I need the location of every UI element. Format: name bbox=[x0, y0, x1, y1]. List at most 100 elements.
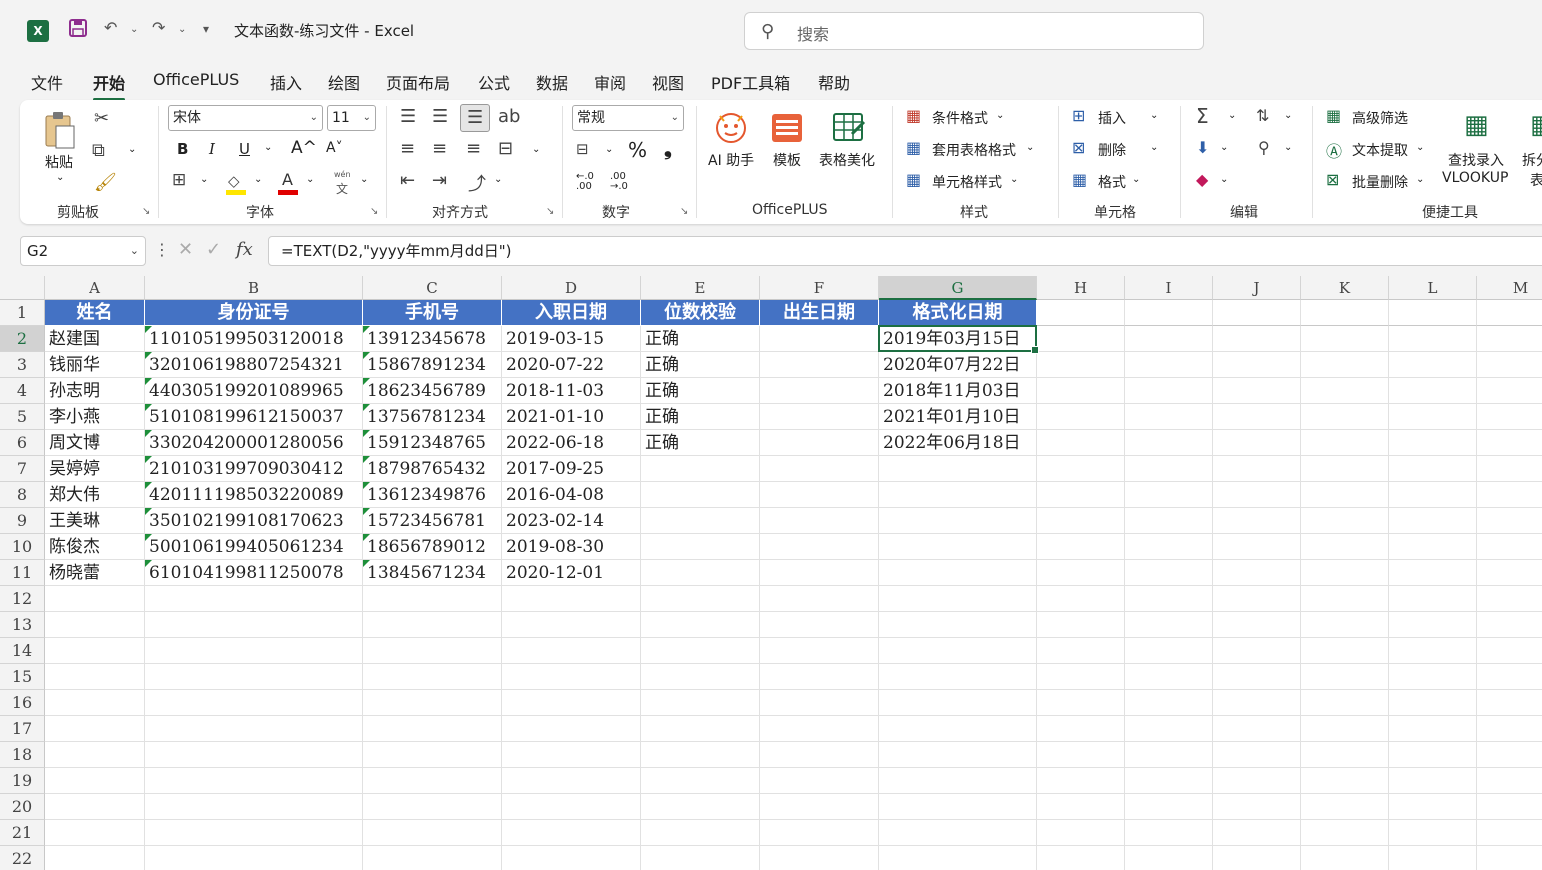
cell[interactable]: 510108199612150037 bbox=[145, 404, 363, 430]
cell[interactable] bbox=[760, 820, 879, 846]
row-header-20[interactable]: 20 bbox=[0, 794, 45, 820]
cell[interactable] bbox=[879, 664, 1037, 690]
cell[interactable]: 2019-03-15 bbox=[502, 326, 641, 352]
cell[interactable] bbox=[1213, 378, 1301, 404]
cell[interactable] bbox=[145, 846, 363, 870]
cell[interactable] bbox=[1301, 352, 1389, 378]
cell[interactable] bbox=[879, 638, 1037, 664]
cell[interactable] bbox=[879, 742, 1037, 768]
cell[interactable]: 15912348765 bbox=[363, 430, 502, 456]
ai-assistant-label[interactable]: AI 助手 bbox=[708, 150, 754, 170]
conditional-format-button[interactable]: 条件格式 bbox=[932, 108, 988, 128]
percent-button[interactable]: % bbox=[628, 138, 647, 162]
row-header-3[interactable]: 3 bbox=[0, 352, 45, 378]
cell[interactable] bbox=[1037, 482, 1125, 508]
cell[interactable] bbox=[1477, 638, 1542, 664]
column-header-k[interactable]: K bbox=[1301, 276, 1389, 300]
column-header-i[interactable]: I bbox=[1125, 276, 1213, 300]
insert-cells-icon[interactable]: ⊞ bbox=[1072, 106, 1085, 125]
cell[interactable] bbox=[641, 846, 760, 870]
template-icon[interactable] bbox=[770, 112, 804, 148]
cell[interactable] bbox=[641, 534, 760, 560]
cell[interactable] bbox=[1037, 664, 1125, 690]
row-header-22[interactable]: 22 bbox=[0, 846, 45, 870]
cell[interactable] bbox=[1125, 404, 1213, 430]
font-name-combo[interactable]: 宋体 ⌄ bbox=[168, 105, 323, 131]
cell[interactable] bbox=[1389, 560, 1477, 586]
insert-dropdown-icon[interactable]: ⌄ bbox=[1150, 110, 1158, 121]
row-header-10[interactable]: 10 bbox=[0, 534, 45, 560]
cell[interactable] bbox=[1301, 612, 1389, 638]
cell[interactable] bbox=[363, 716, 502, 742]
cell[interactable]: 杨晓蕾 bbox=[45, 560, 145, 586]
decrease-decimal-button[interactable]: .00 →.0 bbox=[610, 172, 628, 192]
cell[interactable] bbox=[1125, 664, 1213, 690]
cell[interactable] bbox=[1389, 456, 1477, 482]
cell[interactable] bbox=[1477, 482, 1542, 508]
format-as-table-dropdown-icon[interactable]: ⌄ bbox=[1026, 142, 1034, 153]
cell[interactable] bbox=[1037, 534, 1125, 560]
split-table-label-1[interactable]: 拆分 bbox=[1522, 150, 1542, 170]
font-color-icon[interactable]: A bbox=[278, 170, 300, 196]
cell[interactable] bbox=[45, 768, 145, 794]
tab-home[interactable]: 开始 bbox=[93, 70, 126, 101]
cell[interactable]: 2021-01-10 bbox=[502, 404, 641, 430]
cell[interactable]: 2017-09-25 bbox=[502, 456, 641, 482]
cell[interactable] bbox=[641, 508, 760, 534]
cell[interactable] bbox=[1213, 326, 1301, 352]
cell[interactable] bbox=[1477, 586, 1542, 612]
cell[interactable] bbox=[1389, 794, 1477, 820]
cell[interactable] bbox=[363, 794, 502, 820]
underline-dropdown-icon[interactable]: ⌄ bbox=[264, 142, 272, 153]
cell[interactable] bbox=[760, 716, 879, 742]
cell[interactable] bbox=[1125, 612, 1213, 638]
enter-icon[interactable]: ✓ bbox=[206, 239, 221, 260]
search-box[interactable]: ⚲ 搜索 bbox=[744, 12, 1204, 50]
row-header-19[interactable]: 19 bbox=[0, 768, 45, 794]
decrease-indent-icon[interactable]: ⇤ bbox=[400, 170, 415, 191]
cell[interactable] bbox=[1213, 638, 1301, 664]
cell[interactable] bbox=[1301, 664, 1389, 690]
cell[interactable]: 13912345678 bbox=[363, 326, 502, 352]
cell[interactable]: 正确 bbox=[641, 378, 760, 404]
row-header-12[interactable]: 12 bbox=[0, 586, 45, 612]
cell[interactable] bbox=[1301, 690, 1389, 716]
cell[interactable] bbox=[1477, 378, 1542, 404]
cell[interactable] bbox=[1125, 534, 1213, 560]
column-header-a[interactable]: A bbox=[45, 276, 145, 300]
cell[interactable] bbox=[1477, 794, 1542, 820]
table-header-cell[interactable]: 入职日期 bbox=[502, 300, 641, 326]
cell[interactable] bbox=[879, 456, 1037, 482]
cell[interactable]: 2018年11月03日 bbox=[879, 378, 1037, 404]
cut-icon[interactable]: ✂ bbox=[94, 108, 109, 129]
cell[interactable] bbox=[1301, 768, 1389, 794]
conditional-format-dropdown-icon[interactable]: ⌄ bbox=[996, 110, 1004, 121]
cell[interactable] bbox=[1037, 378, 1125, 404]
insert-cells-button[interactable]: 插入 bbox=[1098, 108, 1126, 128]
delete-cells-button[interactable]: 删除 bbox=[1098, 140, 1126, 160]
tab-data[interactable]: 数据 bbox=[536, 70, 568, 94]
cell[interactable] bbox=[502, 846, 641, 870]
cell[interactable]: 210103199709030412 bbox=[145, 456, 363, 482]
row-header-6[interactable]: 6 bbox=[0, 430, 45, 456]
column-header-d[interactable]: D bbox=[502, 276, 641, 300]
cell[interactable] bbox=[1301, 430, 1389, 456]
worksheet-grid[interactable]: A B C D E F G H I J K L M 1 姓名 身份证号 手机号 入职日期 位数校验 出生日期 格式化日期… bbox=[0, 276, 1542, 870]
clear-icon[interactable]: ◆ bbox=[1196, 170, 1208, 189]
customize-qat-icon[interactable]: ▾ bbox=[203, 22, 209, 36]
bold-button[interactable]: B bbox=[177, 140, 188, 158]
cell[interactable] bbox=[1477, 352, 1542, 378]
redo-dropdown-icon[interactable]: ⌄ bbox=[178, 24, 186, 35]
cell[interactable] bbox=[1213, 664, 1301, 690]
cell[interactable] bbox=[1301, 508, 1389, 534]
cell[interactable] bbox=[879, 846, 1037, 870]
phonetic-guide-icon[interactable]: wén 文 bbox=[332, 170, 356, 196]
cell[interactable] bbox=[1125, 378, 1213, 404]
number-format-combo[interactable]: 常规 ⌄ bbox=[572, 105, 684, 131]
cell[interactable]: 15867891234 bbox=[363, 352, 502, 378]
cell[interactable] bbox=[502, 586, 641, 612]
cell[interactable] bbox=[1389, 768, 1477, 794]
cell[interactable]: 13612349876 bbox=[363, 482, 502, 508]
cell[interactable] bbox=[1301, 586, 1389, 612]
cell[interactable] bbox=[145, 820, 363, 846]
